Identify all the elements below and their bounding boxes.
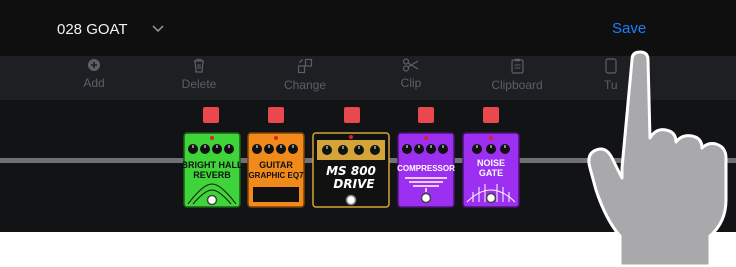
pedal-2-toggle[interactable]	[268, 107, 284, 123]
pedal-bright-hall-reverb[interactable]: BRIGHT HALL REVERB	[183, 132, 241, 208]
add-label: Add	[83, 76, 105, 90]
add-button[interactable]: Add	[59, 58, 129, 90]
pedal-4-toggle[interactable]	[418, 107, 434, 123]
pedal-1-name-line2: REVERB	[193, 170, 231, 180]
swap-icon	[297, 58, 313, 74]
pedal-4-name-line1: COMPRESSOR	[397, 164, 455, 173]
header-bar: 028 GOAT Save	[0, 0, 736, 56]
pedal-1-toggle[interactable]	[203, 107, 219, 123]
pedal-2-name-line1: GUITAR	[259, 160, 293, 170]
preset-name[interactable]: 028 GOAT	[57, 21, 128, 38]
pedal-ms-800-drive[interactable]: MS 800 DRIVE	[312, 132, 390, 208]
pedal-5-name-line2: GATE	[479, 168, 503, 178]
footswitch-icon	[206, 194, 218, 206]
pedal-3-name-line2: DRIVE	[333, 177, 375, 191]
pedal-guitar-graphic-eq7[interactable]: GUITAR GRAPHIC EQ7	[247, 132, 305, 208]
scissors-icon	[402, 58, 419, 72]
pedal-5-toggle[interactable]	[483, 107, 499, 123]
pedal-2-name-line2: GRAPHIC EQ7	[248, 171, 304, 180]
add-icon	[88, 59, 100, 71]
tap-hand-icon	[587, 50, 728, 266]
pedal-noise-gate[interactable]: NOISE GATE	[462, 132, 520, 208]
pedal-3-toggle[interactable]	[344, 107, 360, 123]
clip-button[interactable]: Clip	[376, 58, 446, 90]
footswitch-icon	[485, 192, 497, 204]
pedal-3-name-line1: MS 800	[326, 164, 376, 178]
trash-icon	[194, 58, 204, 73]
clipboard-button[interactable]: Clipboard	[482, 58, 552, 92]
chevron-down-icon[interactable]	[150, 20, 166, 36]
delete-button[interactable]: Delete	[164, 58, 234, 91]
footswitch-icon	[345, 194, 357, 206]
save-button[interactable]: Save	[612, 20, 646, 37]
clipboard-label: Clipboard	[491, 78, 543, 92]
eq-icon	[253, 187, 299, 202]
delete-label: Delete	[181, 77, 217, 91]
footswitch-icon	[420, 192, 432, 204]
pedal-compressor[interactable]: COMPRESSOR	[397, 132, 455, 208]
change-label: Change	[283, 78, 327, 92]
pedal-1-name-line1: BRIGHT HALL	[183, 160, 241, 170]
clip-label: Clip	[400, 76, 422, 90]
change-button[interactable]: Change	[270, 58, 340, 92]
clipboard-icon	[510, 58, 524, 74]
pedal-5-name-line1: NOISE	[477, 158, 505, 168]
